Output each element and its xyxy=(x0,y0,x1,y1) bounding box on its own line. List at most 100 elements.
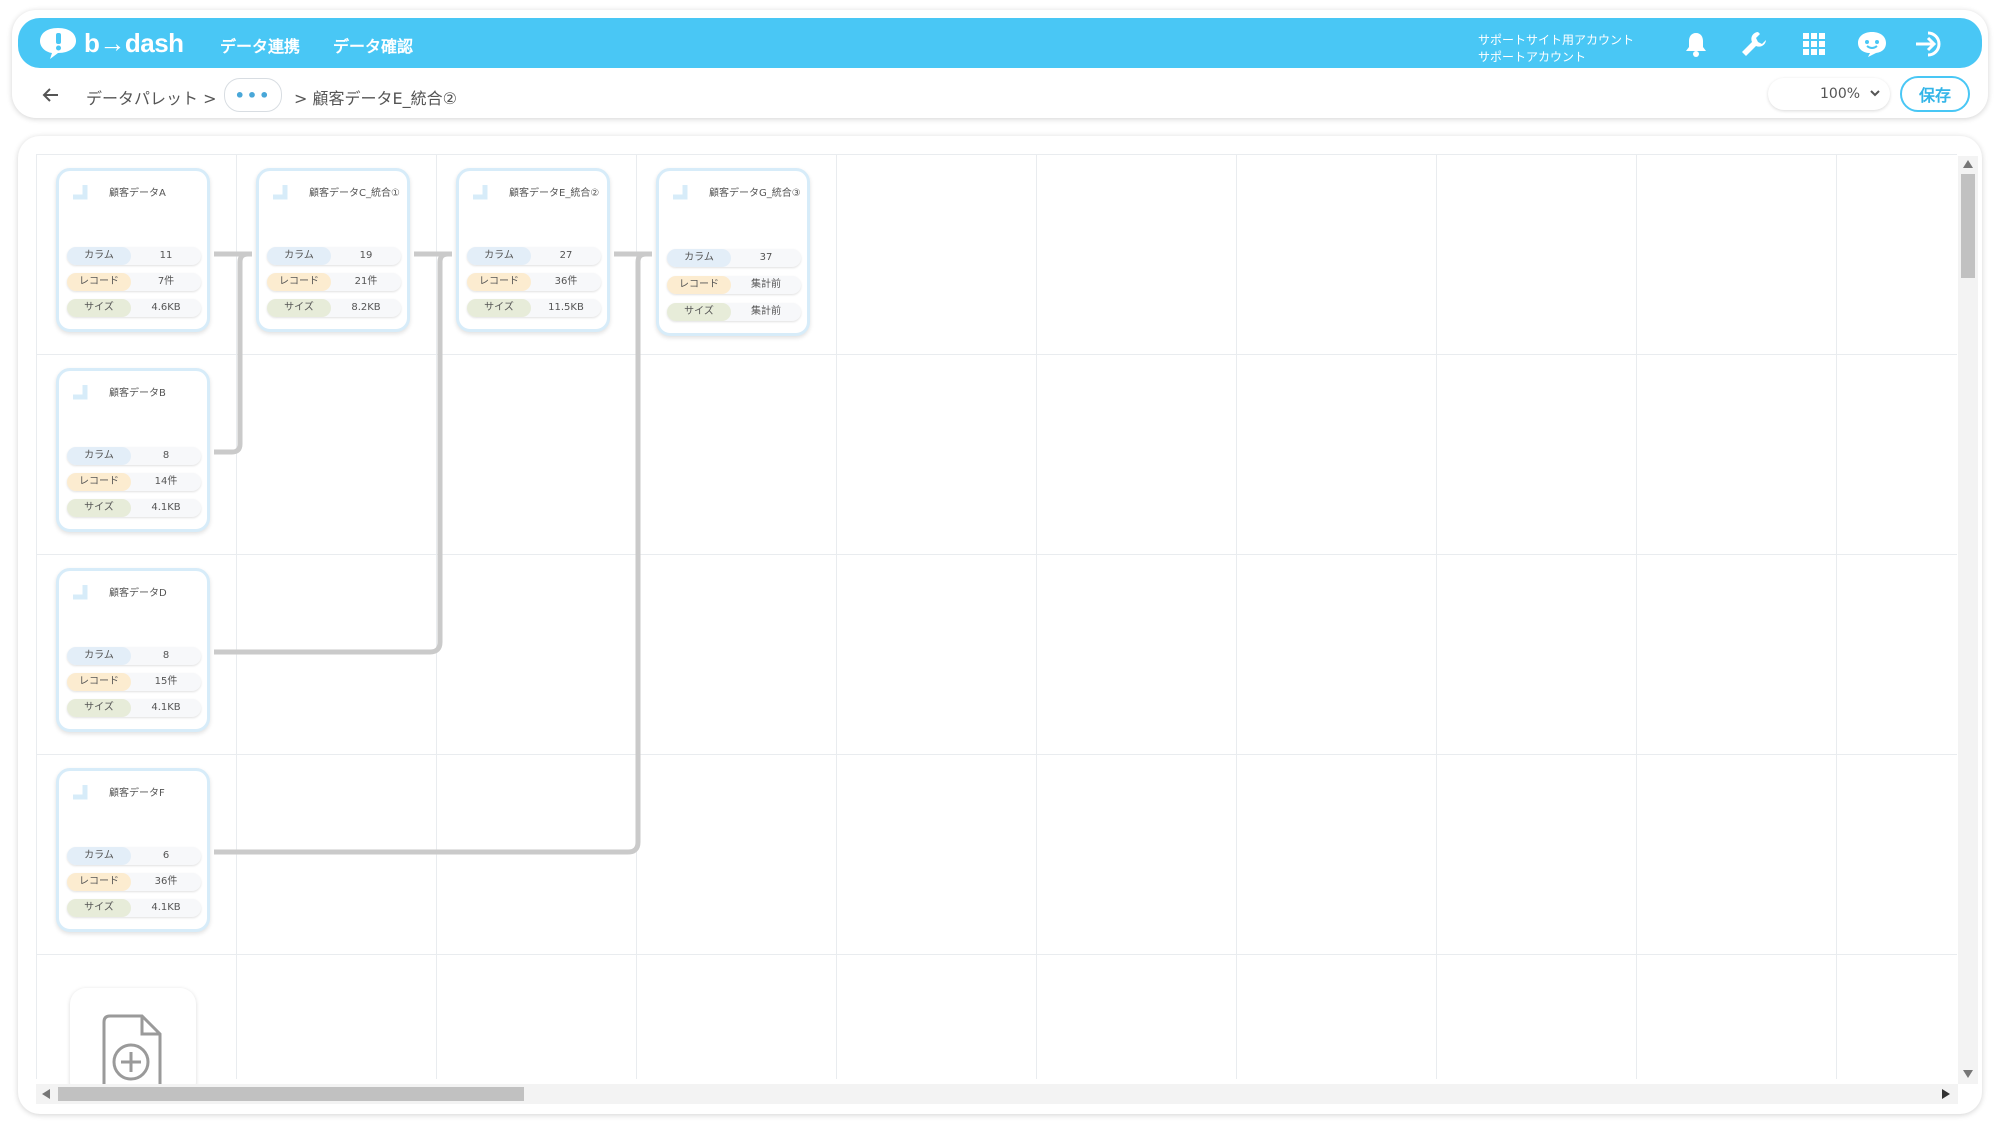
node-title: 顧客データE_統合② xyxy=(509,188,600,199)
node-title: 顧客データD xyxy=(109,588,167,599)
data-node-e[interactable]: 顧客データE_統合② カラム 27 レコード 36件 サイズ 11.5KB xyxy=(456,168,610,332)
nav-link-data-integration[interactable]: データ連携 xyxy=(220,33,300,57)
scroll-right-arrow-icon[interactable] xyxy=(1942,1089,1950,1099)
size-label: サイズ xyxy=(67,899,131,917)
data-node-d[interactable]: 顧客データD カラム 8 レコード 15件 サイズ 4.1KB xyxy=(56,568,210,732)
column-row: カラム 11 xyxy=(67,247,201,265)
back-arrow-icon[interactable] xyxy=(40,84,62,106)
node-title: 顧客データG_統合③ xyxy=(709,188,801,199)
column-label: カラム xyxy=(67,247,131,265)
data-node-g[interactable]: 顧客データG_統合③ カラム 37 レコード 集計前 サイズ 集計前 xyxy=(656,168,810,336)
vertical-scrollbar[interactable] xyxy=(1958,156,1978,1084)
file-corner-icon xyxy=(73,185,88,200)
record-row: レコード 36件 xyxy=(467,273,601,291)
record-row: レコード 14件 xyxy=(67,473,201,491)
scroll-up-arrow-icon[interactable] xyxy=(1963,160,1973,168)
size-row: サイズ 8.2KB xyxy=(267,299,401,317)
record-label: レコード xyxy=(67,873,131,891)
file-corner-icon xyxy=(273,185,288,200)
record-value: 14件 xyxy=(154,476,178,487)
size-label: サイズ xyxy=(667,303,731,321)
record-row: レコード 36件 xyxy=(67,873,201,891)
size-row: サイズ 11.5KB xyxy=(467,299,601,317)
node-title: 顧客データB xyxy=(109,388,166,399)
record-value: 36件 xyxy=(154,876,178,887)
column-value: 19 xyxy=(359,250,373,261)
chevron-down-icon xyxy=(1870,90,1880,97)
record-label: レコード xyxy=(667,276,731,294)
record-row: レコード 7件 xyxy=(67,273,201,291)
data-node-f[interactable]: 顧客データF カラム 6 レコード 36件 サイズ 4.1KB xyxy=(56,768,210,932)
logo-text: b→dash xyxy=(84,27,184,58)
record-label: レコード xyxy=(267,273,331,291)
scroll-left-arrow-icon[interactable] xyxy=(42,1089,50,1099)
size-value: 4.1KB xyxy=(151,902,181,913)
zoom-select[interactable]: 100% xyxy=(1768,78,1890,110)
record-row: レコード 21件 xyxy=(267,273,401,291)
node-title: 顧客データC_統合① xyxy=(309,188,400,199)
record-value: 7件 xyxy=(157,276,175,287)
record-value: 21件 xyxy=(354,276,378,287)
size-label: サイズ xyxy=(67,299,131,317)
wrench-icon[interactable] xyxy=(1738,28,1770,60)
bell-icon[interactable] xyxy=(1680,28,1712,60)
add-data-button[interactable] xyxy=(70,988,196,1098)
size-row: サイズ 4.1KB xyxy=(67,699,201,717)
column-label: カラム xyxy=(67,847,131,865)
record-label: レコード xyxy=(467,273,531,291)
column-label: カラム xyxy=(67,447,131,465)
breadcrumb-current: > 顧客データE_統合② xyxy=(294,89,457,108)
record-value: 集計前 xyxy=(751,279,781,290)
zoom-value: 100% xyxy=(1820,86,1861,102)
column-row: カラム 8 xyxy=(67,447,201,465)
column-label: カラム xyxy=(67,647,131,665)
logout-icon[interactable] xyxy=(1914,28,1946,60)
size-row: サイズ 集計前 xyxy=(667,303,801,321)
size-value: 8.2KB xyxy=(351,302,381,313)
account-role: サポートアカウント xyxy=(1478,50,1587,64)
column-row: カラム 27 xyxy=(467,247,601,265)
size-label: サイズ xyxy=(267,299,331,317)
size-value: 4.1KB xyxy=(151,502,181,513)
record-label: レコード xyxy=(67,473,131,491)
support-chat-icon[interactable] xyxy=(1856,28,1888,60)
size-value: 集計前 xyxy=(751,306,781,317)
data-node-c[interactable]: 顧客データC_統合① カラム 19 レコード 21件 サイズ 8.2KB xyxy=(256,168,410,332)
column-row: カラム 6 xyxy=(67,847,201,865)
file-corner-icon xyxy=(473,185,488,200)
account-info[interactable]: サポートサイト用アカウント サポートアカウント xyxy=(1478,32,1634,66)
size-row: サイズ 4.1KB xyxy=(67,899,201,917)
column-label: カラム xyxy=(667,249,731,267)
flow-canvas: 顧客データA カラム 11 レコード 7件 サイズ 4.6KB 顧客データC_統合① … xyxy=(18,136,1982,1114)
scroll-down-arrow-icon[interactable] xyxy=(1963,1070,1973,1078)
global-nav-bar: b→dash データ連携 データ確認 サポートサイト用アカウント サポートアカウ… xyxy=(18,18,1982,68)
column-row: カラム 19 xyxy=(267,247,401,265)
data-node-a[interactable]: 顧客データA カラム 11 レコード 7件 サイズ 4.6KB xyxy=(56,168,210,332)
size-row: サイズ 4.1KB xyxy=(67,499,201,517)
size-label: サイズ xyxy=(67,499,131,517)
account-name: サポートサイト用アカウント xyxy=(1478,33,1635,47)
column-value: 27 xyxy=(559,250,573,261)
size-value: 11.5KB xyxy=(548,302,584,313)
nav-link-data-check[interactable]: データ確認 xyxy=(333,33,413,57)
record-value: 36件 xyxy=(554,276,578,287)
column-value: 6 xyxy=(162,850,170,861)
breadcrumb-root[interactable]: データパレット > xyxy=(86,85,217,109)
column-label: カラム xyxy=(267,247,331,265)
b-dash-logo[interactable]: b→dash xyxy=(38,24,184,62)
size-label: サイズ xyxy=(67,699,131,717)
breadcrumb: データパレット > ••• > 顧客データE_統合② 100% 保存 xyxy=(12,76,1988,112)
horizontal-scroll-thumb[interactable] xyxy=(58,1087,524,1101)
record-row: レコード 集計前 xyxy=(667,276,801,294)
breadcrumb-ellipsis-button[interactable]: ••• xyxy=(224,78,282,112)
vertical-scroll-thumb[interactable] xyxy=(1961,174,1975,278)
grid-icon[interactable] xyxy=(1798,28,1830,60)
column-label: カラム xyxy=(467,247,531,265)
column-row: カラム 37 xyxy=(667,249,801,267)
save-button[interactable]: 保存 xyxy=(1900,76,1970,112)
file-corner-icon xyxy=(673,185,688,200)
column-value: 8 xyxy=(162,450,170,461)
horizontal-scrollbar[interactable] xyxy=(36,1084,1958,1104)
data-node-b[interactable]: 顧客データB カラム 8 レコード 14件 サイズ 4.1KB xyxy=(56,368,210,532)
size-row: サイズ 4.6KB xyxy=(67,299,201,317)
